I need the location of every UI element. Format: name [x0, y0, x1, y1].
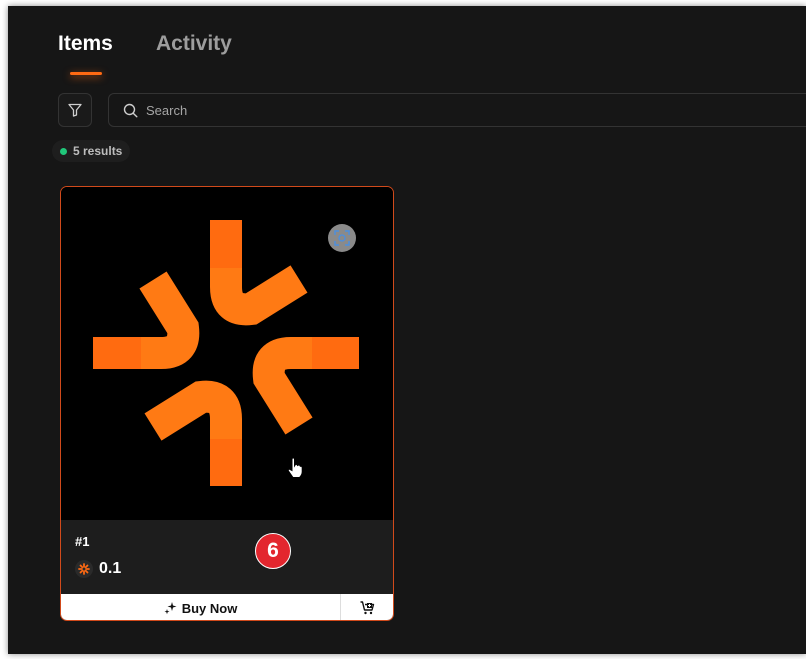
buy-now-button[interactable]: Buy Now	[61, 594, 341, 620]
filter-button[interactable]	[58, 93, 92, 127]
filter-icon	[68, 103, 82, 117]
add-to-cart-button[interactable]	[341, 594, 393, 620]
search-icon	[123, 103, 138, 118]
price-row: 0.1	[75, 560, 121, 578]
token-id: #1	[75, 534, 90, 549]
hand-cursor-icon	[287, 457, 303, 484]
card-actions: Buy Now	[61, 594, 393, 620]
card-info: #1 0.1 6	[61, 520, 393, 594]
nft-card[interactable]: #1 0.1 6 Buy Now	[60, 186, 394, 621]
status-dot	[60, 147, 67, 155]
active-tab-indicator	[70, 72, 102, 75]
step-number-badge: 6	[255, 533, 291, 569]
coin-icon	[75, 560, 93, 578]
price-value: 0.1	[99, 560, 122, 577]
nft-image[interactable]	[61, 187, 393, 520]
tab-items[interactable]: Items	[58, 32, 113, 56]
scan-button[interactable]	[328, 224, 356, 252]
app-window: Items Activity 5 results	[8, 6, 806, 654]
sparkle-icon	[164, 601, 177, 614]
results-count: 5 results	[52, 140, 131, 162]
add-to-cart-icon	[360, 601, 374, 615]
scan-icon	[334, 230, 350, 246]
tab-activity[interactable]: Activity	[156, 32, 232, 56]
search-input[interactable]	[144, 101, 748, 119]
search-bar	[108, 93, 806, 127]
buy-now-label: Buy Now	[181, 600, 238, 616]
results-label: 5 results	[73, 144, 123, 158]
